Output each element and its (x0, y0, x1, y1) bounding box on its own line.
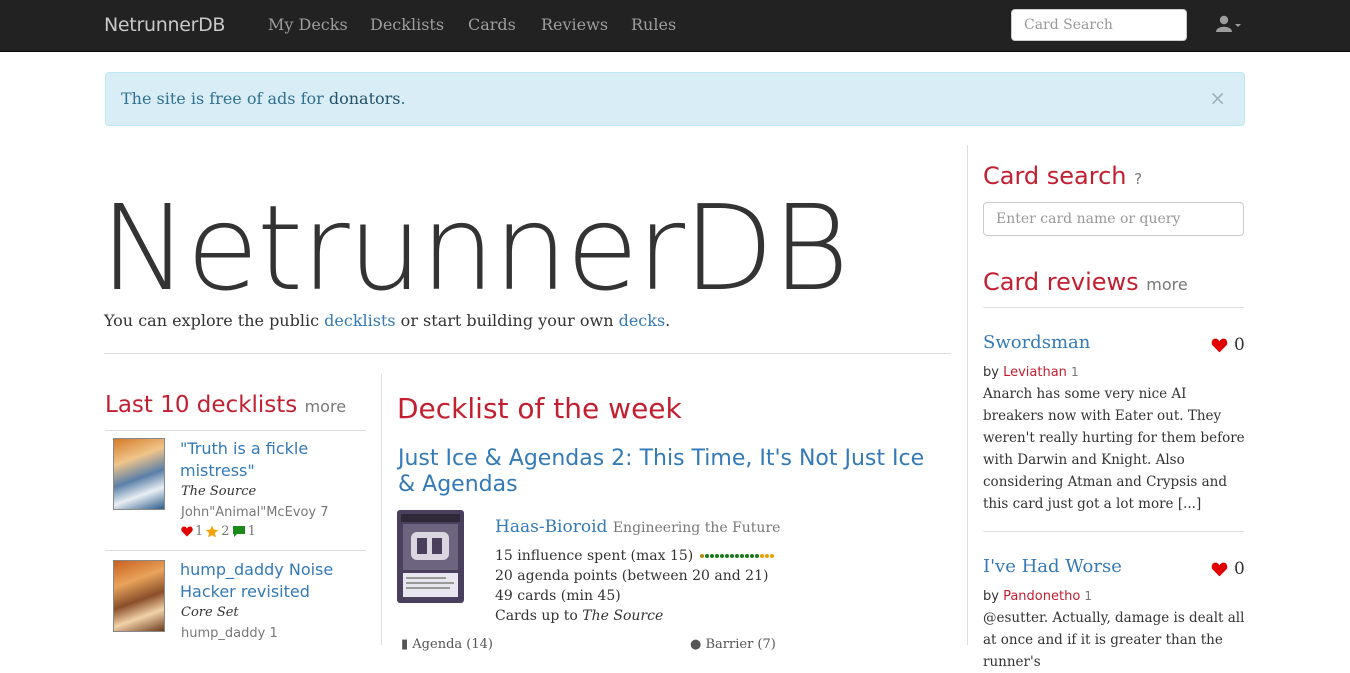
card-search-input[interactable] (983, 202, 1244, 236)
review-card-link[interactable]: I've Had Worse (983, 556, 1122, 577)
influence-dots (699, 554, 774, 558)
brand-link[interactable]: NetrunnerDB (104, 14, 225, 36)
user-icon (1216, 15, 1241, 32)
heart-icon (181, 526, 193, 537)
nav-my-decks[interactable]: My Decks (268, 15, 348, 34)
deck-pack: The Source (181, 484, 257, 499)
deck-author: John"Animal"McEvoy 7 (181, 505, 329, 520)
nav-rules[interactable]: Rules (631, 15, 676, 34)
identity-card-image[interactable] (397, 510, 464, 603)
review-body: Anarch has some very nice AI breakers no… (983, 386, 1245, 512)
decks-link[interactable]: decks (619, 311, 666, 330)
column-divider (967, 145, 968, 645)
card-count-line: 49 cards (min 45) (495, 588, 621, 604)
deck-stats: 1 2 1 (181, 524, 256, 539)
influence-line: 15 influence spent (max 15) (495, 548, 774, 564)
hero-title: NetrunnerDB (100, 179, 849, 317)
review-like-button[interactable]: 0 (1211, 559, 1245, 579)
card-search-help-link[interactable]: ? (1134, 170, 1142, 188)
deck-identity-image[interactable] (113, 438, 165, 510)
decklist-of-week-title-link[interactable]: Just Ice & Agendas 2: This Time, It's No… (398, 446, 948, 498)
card-reviews-more-link[interactable]: more (1146, 275, 1187, 294)
agenda-points-line: 20 agenda points (between 20 and 21) (495, 568, 769, 584)
identity-subtitle: Engineering the Future (612, 520, 781, 536)
card-search-heading: Card search ? (983, 162, 1143, 190)
divider (983, 307, 1244, 308)
column-divider (381, 374, 382, 645)
donation-alert: The site is free of ads for donators. × (105, 72, 1245, 126)
comment-icon (232, 526, 245, 537)
deck-author: hump_daddy 1 (181, 626, 278, 641)
heart-icon (1211, 562, 1228, 576)
review-like-button[interactable]: 0 (1211, 335, 1245, 355)
deck-pack: Core Set (181, 605, 239, 620)
nav-cards[interactable]: Cards (468, 15, 516, 34)
decklist-of-week-heading: Decklist of the week (397, 392, 682, 425)
caret-down-icon (1235, 24, 1241, 27)
divider (105, 550, 366, 551)
last-decklists-more-link[interactable]: more (305, 397, 346, 416)
review-author-link[interactable]: Pandonetho (1003, 589, 1080, 604)
nav-decklists[interactable]: Decklists (370, 15, 444, 34)
review-author-line: by Pandonetho 1 (983, 589, 1093, 604)
decklist-title-link[interactable]: hump_daddy Noise Hacker revisited (180, 559, 360, 603)
heart-icon (1211, 338, 1228, 352)
review-card-link[interactable]: Swordsman (983, 332, 1090, 353)
divider (983, 531, 1244, 532)
divider (104, 353, 951, 354)
haas-bioroid-card-image (397, 510, 464, 603)
donators-link[interactable]: donators (329, 89, 401, 108)
last-decklists-heading: Last 10 decklists more (105, 392, 347, 418)
navbar: NetrunnerDB My Decks Decklists Cards Rev… (0, 0, 1350, 52)
star-icon (205, 525, 219, 538)
hero-subtitle: You can explore the public decklists or … (104, 311, 671, 330)
user-menu-toggle[interactable] (1216, 15, 1246, 39)
review-body: @esutter. Actually, damage is dealt all … (983, 610, 1245, 670)
card-reviews-heading: Card reviews more (983, 268, 1188, 296)
alert-close-button[interactable]: × (1209, 86, 1226, 110)
divider (105, 430, 366, 431)
identity-link[interactable]: Haas-Bioroid (495, 517, 607, 537)
decklists-link[interactable]: decklists (324, 311, 395, 330)
identity-line: Haas-Bioroid Engineering the Future (495, 517, 780, 537)
nav-reviews[interactable]: Reviews (541, 15, 608, 34)
alert-message: The site is free of ads for donators. (121, 89, 406, 108)
navbar-card-search-input[interactable] (1011, 9, 1187, 41)
cards-up-to-line: Cards up to The Source (495, 608, 664, 624)
review-author-line: by Leviathan 1 (983, 365, 1079, 380)
review-author-link[interactable]: Leviathan (1003, 365, 1067, 380)
decklist-title-link[interactable]: "Truth is a fickle mistress" (180, 438, 360, 482)
deck-identity-image[interactable] (113, 560, 165, 632)
